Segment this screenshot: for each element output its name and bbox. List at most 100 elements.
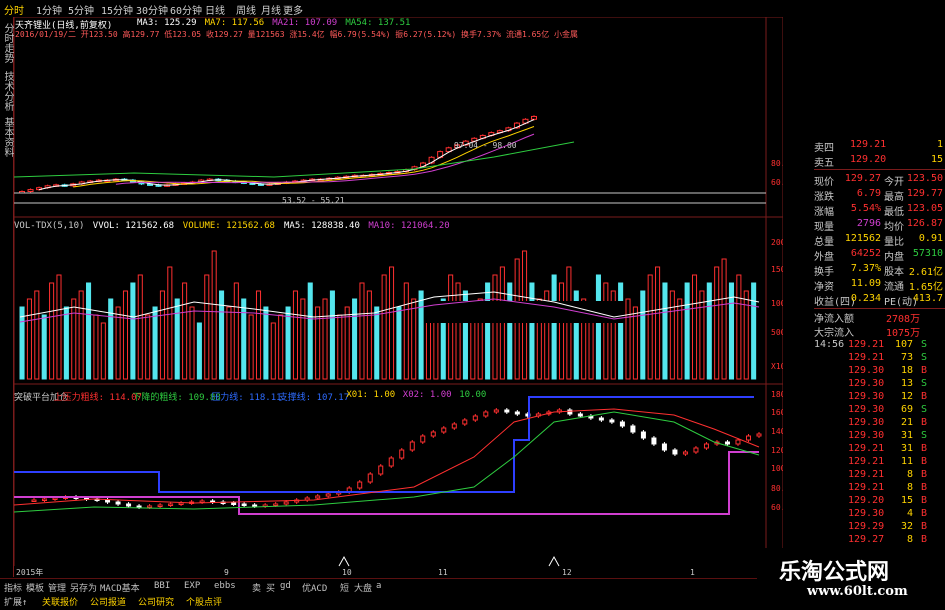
tick-price: 129.21 bbox=[848, 339, 885, 350]
ind-candle-body bbox=[52, 497, 58, 500]
bottom-subtab-3[interactable]: 公司研究 bbox=[138, 595, 174, 608]
period-tab-0[interactable]: 分时 bbox=[4, 2, 24, 17]
period-tab-1[interactable]: 1分钟 bbox=[36, 2, 62, 17]
bottom-tab-6[interactable]: EXP bbox=[184, 581, 200, 591]
volume-bar bbox=[78, 290, 84, 380]
ind-candle-body bbox=[693, 447, 699, 453]
stat-row: 收益(四) 0.234 PE(动) 413.7 bbox=[814, 292, 945, 308]
tick-side: B bbox=[920, 456, 927, 467]
volume-bar bbox=[691, 274, 698, 380]
tick-side: B bbox=[920, 417, 927, 428]
tick-price: 129.21 bbox=[848, 352, 885, 363]
ind-axis-label: 80.00 bbox=[771, 484, 783, 493]
stat-value: 0.234 bbox=[850, 293, 881, 304]
volume-bar bbox=[307, 282, 313, 380]
volume-bar bbox=[41, 314, 47, 380]
watermark-cn: 乐淘公式网 bbox=[779, 559, 890, 585]
volume-bar bbox=[241, 298, 247, 380]
volume-bar bbox=[263, 306, 269, 380]
volume-bar bbox=[130, 282, 136, 380]
ind-candle-body bbox=[493, 409, 499, 413]
tick-row: 129.21 8 B bbox=[814, 482, 945, 495]
stat-value: 129.27 bbox=[844, 173, 881, 184]
bottom-subtab-4[interactable]: 个股点评 bbox=[186, 595, 222, 608]
flow-row: 净流入额 2708万 bbox=[814, 309, 945, 325]
tick-price: 129.27 bbox=[848, 534, 885, 545]
period-tab-9[interactable]: 更多 bbox=[283, 2, 303, 17]
bottom-tab-11[interactable]: 优ACD bbox=[302, 581, 327, 594]
stat-label: 净资 bbox=[814, 282, 834, 293]
bottom-tab-7[interactable]: ebbs bbox=[214, 581, 236, 591]
ind-candle-body bbox=[661, 443, 667, 451]
ind-axis-label: 160.00 bbox=[771, 408, 783, 417]
bottom-tab-2[interactable]: 管理 bbox=[48, 581, 66, 594]
tick-time: 14:56 bbox=[814, 339, 845, 350]
stat-value: 123.05 bbox=[906, 203, 943, 214]
left-tab-0[interactable]: 分时走势 bbox=[0, 21, 13, 65]
bottom-tab-12[interactable]: 短 bbox=[340, 581, 349, 594]
period-tab-5[interactable]: 60分钟 bbox=[170, 2, 202, 17]
date-row bbox=[14, 566, 783, 578]
period-tab-8[interactable]: 月线 bbox=[261, 2, 281, 17]
period-tab-3[interactable]: 15分钟 bbox=[101, 2, 133, 17]
period-tab-2[interactable]: 5分钟 bbox=[68, 2, 94, 17]
bottom-tab-14[interactable]: a bbox=[376, 581, 381, 591]
left-tab-1[interactable]: 技术分析 bbox=[0, 69, 13, 113]
tick-price: 129.30 bbox=[848, 365, 885, 376]
period-tab-7[interactable]: 周线 bbox=[236, 2, 256, 17]
date-label: 1 bbox=[690, 568, 695, 577]
volume-bar bbox=[411, 298, 417, 380]
ind-candle-body bbox=[273, 503, 279, 506]
bottom-subtab-1[interactable]: 关联报价 bbox=[42, 595, 78, 608]
bottom-subtab-2[interactable]: 公司报道 bbox=[90, 595, 126, 608]
left-tab-2[interactable]: 基本资料 bbox=[0, 115, 13, 159]
ind-candle-body bbox=[504, 409, 510, 413]
ind-candle-body bbox=[231, 502, 237, 505]
bottom-tab-0[interactable]: 指标 bbox=[4, 581, 22, 594]
tick-side: B bbox=[920, 365, 927, 376]
tick-vol: 31 bbox=[900, 430, 913, 441]
period-tab-6[interactable]: 日线 bbox=[205, 2, 225, 17]
ind-candle-body bbox=[325, 493, 331, 497]
bottom-tab-1[interactable]: 模板 bbox=[26, 581, 44, 594]
ind-candle-body bbox=[388, 457, 394, 467]
main-annotation-0: 97.04 - 98.00 bbox=[454, 141, 517, 150]
bottom-tab-9[interactable]: 买 bbox=[266, 581, 275, 594]
stat-value: 64252 bbox=[850, 248, 881, 259]
volume-bar bbox=[196, 322, 202, 380]
bottom-tab-3[interactable]: 另存为 bbox=[70, 581, 97, 594]
ask-row: 卖五 129.20 15 bbox=[814, 153, 945, 169]
bottom-subtab-0[interactable]: 扩展↑ bbox=[4, 595, 27, 608]
bottom-tab-8[interactable]: 卖 bbox=[252, 581, 261, 594]
stat-value: 1.65亿 bbox=[908, 282, 943, 293]
bottom-tab-4[interactable]: MACD基本 bbox=[100, 581, 140, 594]
volume-bar bbox=[329, 290, 335, 380]
tick-row: 129.30 21 B bbox=[814, 417, 945, 430]
ind-candle-body bbox=[724, 441, 730, 445]
bottom-tab-10[interactable]: gd bbox=[280, 581, 291, 591]
tick-vol: 15 bbox=[900, 495, 913, 506]
volume-bar bbox=[159, 290, 165, 380]
volume-bar bbox=[389, 266, 395, 380]
tick-price: 129.21 bbox=[848, 443, 885, 454]
volume-bar bbox=[182, 282, 188, 380]
period-tab-4[interactable]: 30分钟 bbox=[136, 2, 168, 17]
volume-bar bbox=[211, 250, 217, 380]
volume-bar bbox=[49, 282, 55, 380]
volume-bar bbox=[285, 306, 291, 380]
stat-label: 量比 bbox=[884, 237, 904, 248]
stat-value: 121562 bbox=[844, 233, 881, 244]
date-label: 9 bbox=[224, 568, 229, 577]
stat-value: 129.77 bbox=[906, 188, 943, 199]
watermark: 乐淘公式网 www.60lt.com bbox=[757, 548, 945, 609]
bottom-tab-13[interactable]: 大盘 bbox=[354, 581, 372, 594]
ind-candle-body bbox=[399, 449, 405, 459]
ind-candle-body bbox=[241, 503, 247, 506]
bottom-tab-5[interactable]: BBI bbox=[154, 581, 170, 591]
volume-bar bbox=[145, 314, 151, 380]
ind-candle-body bbox=[472, 415, 478, 421]
volume-bar bbox=[751, 282, 757, 380]
stat-label: 内盘 bbox=[884, 252, 904, 263]
stat-row: 换手 7.37% 股本 2.61亿 bbox=[814, 262, 945, 278]
volume-bar bbox=[86, 282, 92, 380]
